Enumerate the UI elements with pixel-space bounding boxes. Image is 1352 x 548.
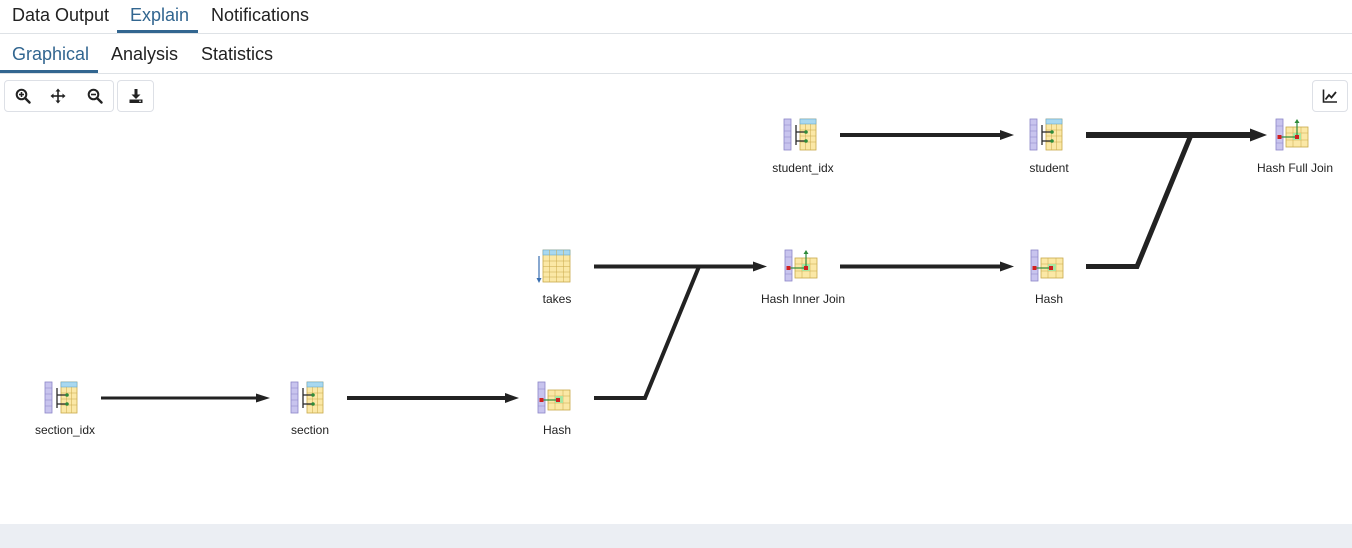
node-label: takes	[543, 292, 572, 306]
edge-student-idx-to-student	[840, 130, 1014, 140]
plan-node-hash-inner-join[interactable]: Hash Inner Join	[761, 249, 845, 306]
edge-hash-inner-join-to-hash	[840, 261, 1014, 272]
plan-node-hash-2[interactable]: Hash	[1030, 249, 1064, 306]
edge-student-to-hash-full-join	[1086, 128, 1267, 142]
edge-hash-to-hash-inner-join	[594, 265, 701, 400]
hash-join-icon	[1275, 118, 1309, 151]
tab-graphical[interactable]: Graphical	[12, 44, 89, 65]
plan-node-hash-full-join[interactable]: Hash Full Join	[1257, 118, 1333, 175]
primary-tab-bar: Data Output Explain Notifications	[0, 0, 1352, 34]
plan-node-student[interactable]: student	[1029, 118, 1069, 175]
edge-hash-to-hash-full-join	[1086, 134, 1194, 269]
edge-takes-to-hash-inner-join	[594, 261, 767, 272]
node-label: Hash Full Join	[1257, 161, 1333, 175]
node-label: Hash	[1035, 292, 1063, 306]
horizontal-scrollbar[interactable]	[0, 524, 1352, 548]
index-scan-icon	[1029, 118, 1063, 151]
tab-explain[interactable]: Explain	[130, 5, 189, 26]
node-label: student	[1029, 161, 1069, 175]
tab-data-output[interactable]: Data Output	[12, 5, 109, 26]
explain-plan-graph: section_idx section Hash takes Hash Inne…	[35, 118, 1333, 437]
hash-icon	[1030, 249, 1064, 282]
seq-scan-icon	[535, 249, 571, 284]
tab-notifications[interactable]: Notifications	[211, 5, 309, 26]
edge-section-to-hash	[347, 393, 519, 403]
explain-sub-tab-bar: Graphical Analysis Statistics	[0, 34, 1352, 74]
plan-node-section-idx[interactable]: section_idx	[35, 381, 95, 437]
plan-node-section[interactable]: section	[290, 381, 329, 437]
node-label: section	[291, 423, 329, 437]
plan-edges	[101, 128, 1267, 403]
node-label: Hash	[543, 423, 571, 437]
plan-node-takes[interactable]: takes	[535, 249, 572, 306]
index-scan-icon	[290, 381, 324, 414]
active-subtab-indicator	[0, 70, 98, 73]
index-scan-icon	[44, 381, 78, 414]
plan-node-hash[interactable]: Hash	[537, 381, 571, 437]
hash-join-icon	[784, 249, 818, 282]
edge-section-idx-to-section	[101, 393, 270, 403]
tab-analysis[interactable]: Analysis	[111, 44, 178, 65]
tab-statistics[interactable]: Statistics	[201, 44, 273, 65]
node-label: Hash Inner Join	[761, 292, 845, 306]
node-label: section_idx	[35, 423, 95, 437]
index-scan-icon	[783, 118, 817, 151]
active-tab-indicator	[117, 30, 198, 33]
plan-node-student-idx[interactable]: student_idx	[772, 118, 834, 175]
node-label: student_idx	[772, 161, 833, 175]
hash-icon	[537, 381, 571, 414]
